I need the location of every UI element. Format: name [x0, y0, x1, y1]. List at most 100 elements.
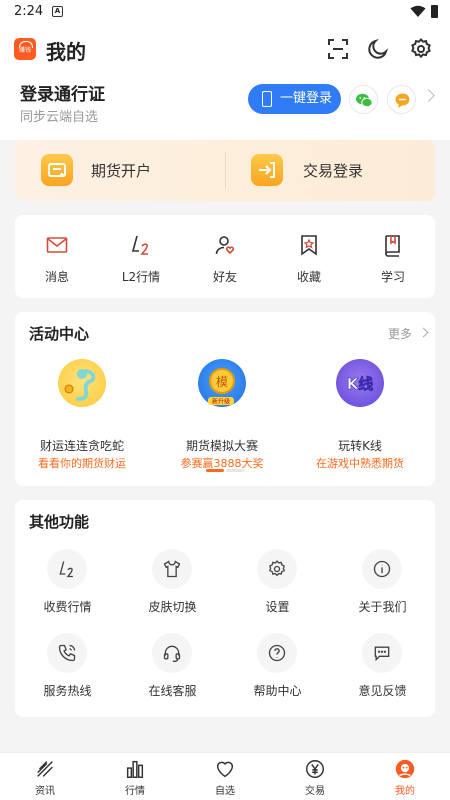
activity-name: 玩转K线 [338, 439, 382, 453]
quick-item-learning[interactable]: 学习 [351, 215, 435, 298]
other-item-label: 服务热线 [43, 684, 92, 698]
activity-subtitle: 看看你的期货财运 [38, 457, 126, 470]
activity-title: 活动中心 [29, 325, 90, 343]
quick-item-favorites[interactable]: 收藏 [267, 215, 351, 298]
wechat-login-button[interactable] [349, 85, 378, 114]
quick-item-messages[interactable]: 消息 [15, 215, 99, 298]
trade-login-icon [251, 154, 283, 186]
tab-label: 自选 [215, 786, 235, 797]
status-time: 2:24 [14, 4, 44, 19]
activity-center-card: 活动中心 更多 财运连连贪吃蛇 看看你的期货财运 模新升级 期货模拟大赛 参赛赢… [15, 312, 435, 486]
other-item-settings[interactable]: 设置 [225, 549, 330, 619]
app-logo: 赚钱 [14, 38, 36, 60]
trade-login-label: 交易登录 [303, 162, 364, 180]
open-account-icon [41, 154, 73, 186]
chevron-right-icon[interactable] [422, 89, 435, 102]
other-item-label: 帮助中心 [253, 684, 302, 698]
tab-label: 我的 [395, 786, 415, 797]
page-title: 我的 [46, 40, 86, 64]
info-icon [362, 549, 402, 589]
feedback-icon [362, 633, 402, 673]
quick-item-friends[interactable]: 好友 [183, 215, 267, 298]
medal-icon: 模新升级 [198, 359, 246, 407]
tab-label: 资讯 [35, 786, 55, 797]
night-mode-icon[interactable] [366, 37, 390, 61]
l2-icon [131, 235, 148, 255]
other-item-label: 皮肤切换 [148, 600, 197, 614]
news-icon [37, 761, 53, 777]
login-title[interactable]: 登录通行证 [20, 80, 105, 105]
scan-icon[interactable] [326, 37, 350, 61]
bookmark-icon [301, 235, 317, 256]
activity-more-link[interactable]: 更多 [388, 325, 412, 342]
headset-icon [152, 633, 192, 673]
battery-icon [431, 5, 438, 18]
l2-icon [47, 549, 87, 589]
login-section: 登录通行证 同步云端自选 一键登录 [0, 74, 450, 134]
quick-item-label: 学习 [380, 270, 405, 284]
tab-trade[interactable]: 交易 [270, 753, 360, 800]
book-icon [385, 235, 400, 257]
kline-game-icon: K线 [336, 359, 384, 407]
gear-icon [257, 549, 297, 589]
activity-name: 期货模拟大赛 [185, 439, 258, 453]
other-item-label: 关于我们 [358, 600, 407, 614]
other-item-help[interactable]: 帮助中心 [225, 633, 330, 703]
other-functions-card: 其他功能 收费行情 皮肤切换 设置 关于我们 服务热线 在线客服 帮助中心 意见… [15, 500, 435, 717]
tab-mine[interactable]: 我的 [360, 753, 450, 800]
kline-badge-text: K线 [347, 375, 374, 393]
yuan-icon [306, 760, 324, 778]
chat-bubble-icon [395, 93, 410, 108]
other-item-label: 收费行情 [43, 600, 92, 614]
medal-tag-text: 新升级 [212, 398, 230, 406]
status-bar: 2:24 A [0, 0, 450, 24]
carousel-indicator [206, 469, 244, 473]
phone-icon [47, 633, 87, 673]
other-functions-title: 其他功能 [29, 513, 90, 531]
quick-entry-card: 消息 L2行情 好友 收藏 学习 [15, 215, 435, 298]
friend-icon [215, 236, 235, 255]
trade-banner: 期货开户 交易登录 [15, 140, 435, 201]
quick-item-label: L2行情 [121, 270, 161, 284]
tab-quotes[interactable]: 行情 [90, 753, 180, 800]
heart-icon [216, 761, 234, 778]
quick-item-l2[interactable]: L2行情 [99, 215, 183, 298]
wechat-icon [356, 93, 373, 108]
bottom-tab-bar: 资讯 行情 自选 交易 我的 [0, 752, 450, 800]
message-login-button[interactable] [387, 85, 416, 114]
header: 赚钱 我的 [0, 24, 450, 74]
other-item-label: 意见反馈 [358, 684, 407, 698]
activity-name: 财运连连贪吃蛇 [39, 439, 124, 453]
medal-badge-text: 模 [216, 375, 228, 389]
profile-icon [395, 759, 415, 779]
one-key-login-label: 一键登录 [280, 91, 333, 106]
bar-chart-icon [126, 760, 144, 778]
tab-watchlist[interactable]: 自选 [180, 753, 270, 800]
other-item-about[interactable]: 关于我们 [330, 549, 435, 619]
other-item-online-service[interactable]: 在线客服 [120, 633, 225, 703]
other-item-feedback[interactable]: 意见反馈 [330, 633, 435, 703]
tab-label: 行情 [125, 786, 145, 797]
other-item-hotline[interactable]: 服务热线 [15, 633, 120, 703]
settings-gear-icon[interactable] [409, 37, 433, 61]
snake-game-icon [58, 359, 106, 407]
tab-label: 交易 [305, 786, 325, 797]
login-subtitle: 同步云端自选 [20, 110, 99, 125]
app-logo-text: 赚钱 [18, 47, 31, 54]
quick-item-label: 好友 [212, 270, 237, 284]
help-icon [257, 633, 297, 673]
activity-subtitle: 在游戏中熟悉期货 [316, 457, 404, 470]
open-account-label: 期货开户 [91, 162, 152, 180]
quick-item-label: 消息 [44, 270, 69, 284]
trade-login-button[interactable]: 交易登录 [225, 140, 435, 201]
tab-news[interactable]: 资讯 [0, 753, 90, 800]
quick-item-label: 收藏 [296, 270, 321, 284]
other-item-label: 设置 [265, 600, 290, 614]
notification-a-icon: A [52, 6, 63, 17]
other-item-skin[interactable]: 皮肤切换 [120, 549, 225, 619]
other-item-paid-quotes[interactable]: 收费行情 [15, 549, 120, 619]
one-key-login-button[interactable]: 一键登录 [248, 84, 341, 114]
chevron-right-icon[interactable] [418, 327, 429, 338]
open-account-button[interactable]: 期货开户 [15, 140, 225, 201]
phone-icon [262, 91, 272, 107]
